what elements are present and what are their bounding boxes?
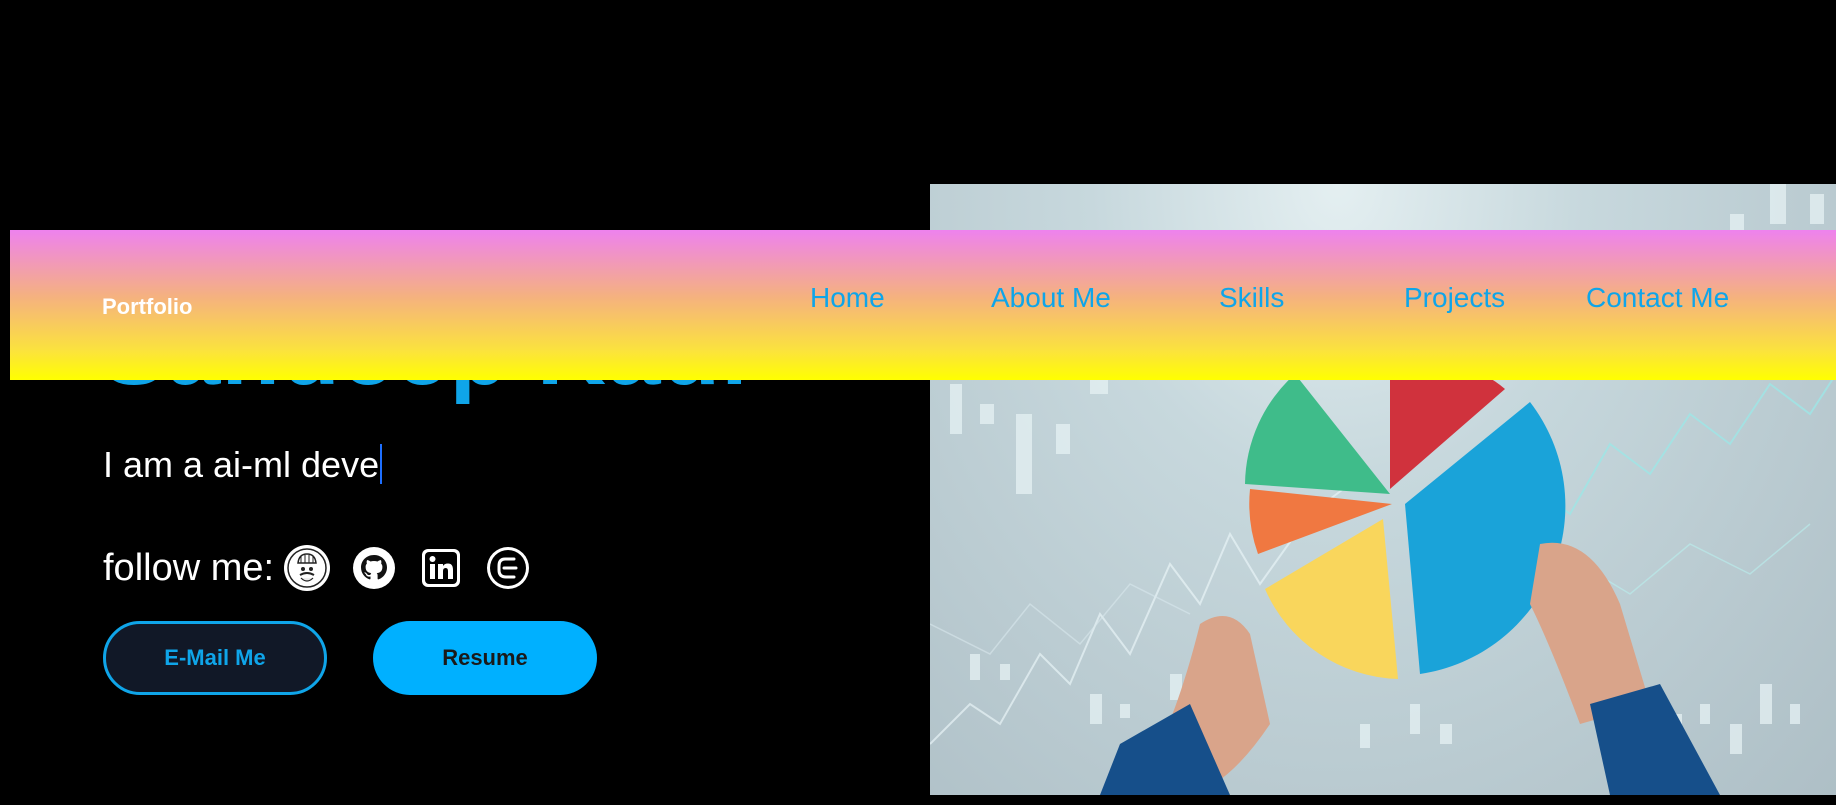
- follow-label: follow me:: [103, 546, 275, 589]
- github-icon[interactable]: [351, 545, 397, 591]
- follow-row: follow me:: [103, 544, 552, 592]
- nav-home[interactable]: Home: [810, 282, 885, 314]
- leetcode-icon[interactable]: [485, 545, 531, 591]
- navbar: Portfolio Home About Me Skills Projects …: [10, 230, 1836, 380]
- typing-cursor: [380, 444, 383, 484]
- codechef-icon[interactable]: [284, 545, 331, 591]
- email-me-button[interactable]: E-Mail Me: [103, 621, 327, 695]
- nav-projects[interactable]: Projects: [1404, 282, 1505, 314]
- resume-button[interactable]: Resume: [373, 621, 597, 695]
- nav-skills[interactable]: Skills: [1219, 282, 1284, 314]
- typed-text: I am a ai-ml deve: [103, 444, 380, 485]
- nav-contact-me[interactable]: Contact Me: [1586, 282, 1729, 314]
- typed-intro: I am a ai-ml deve: [103, 444, 383, 486]
- nav-about-me[interactable]: About Me: [991, 282, 1111, 314]
- linkedin-icon[interactable]: [418, 545, 464, 591]
- brand-logo[interactable]: Portfolio: [102, 294, 192, 320]
